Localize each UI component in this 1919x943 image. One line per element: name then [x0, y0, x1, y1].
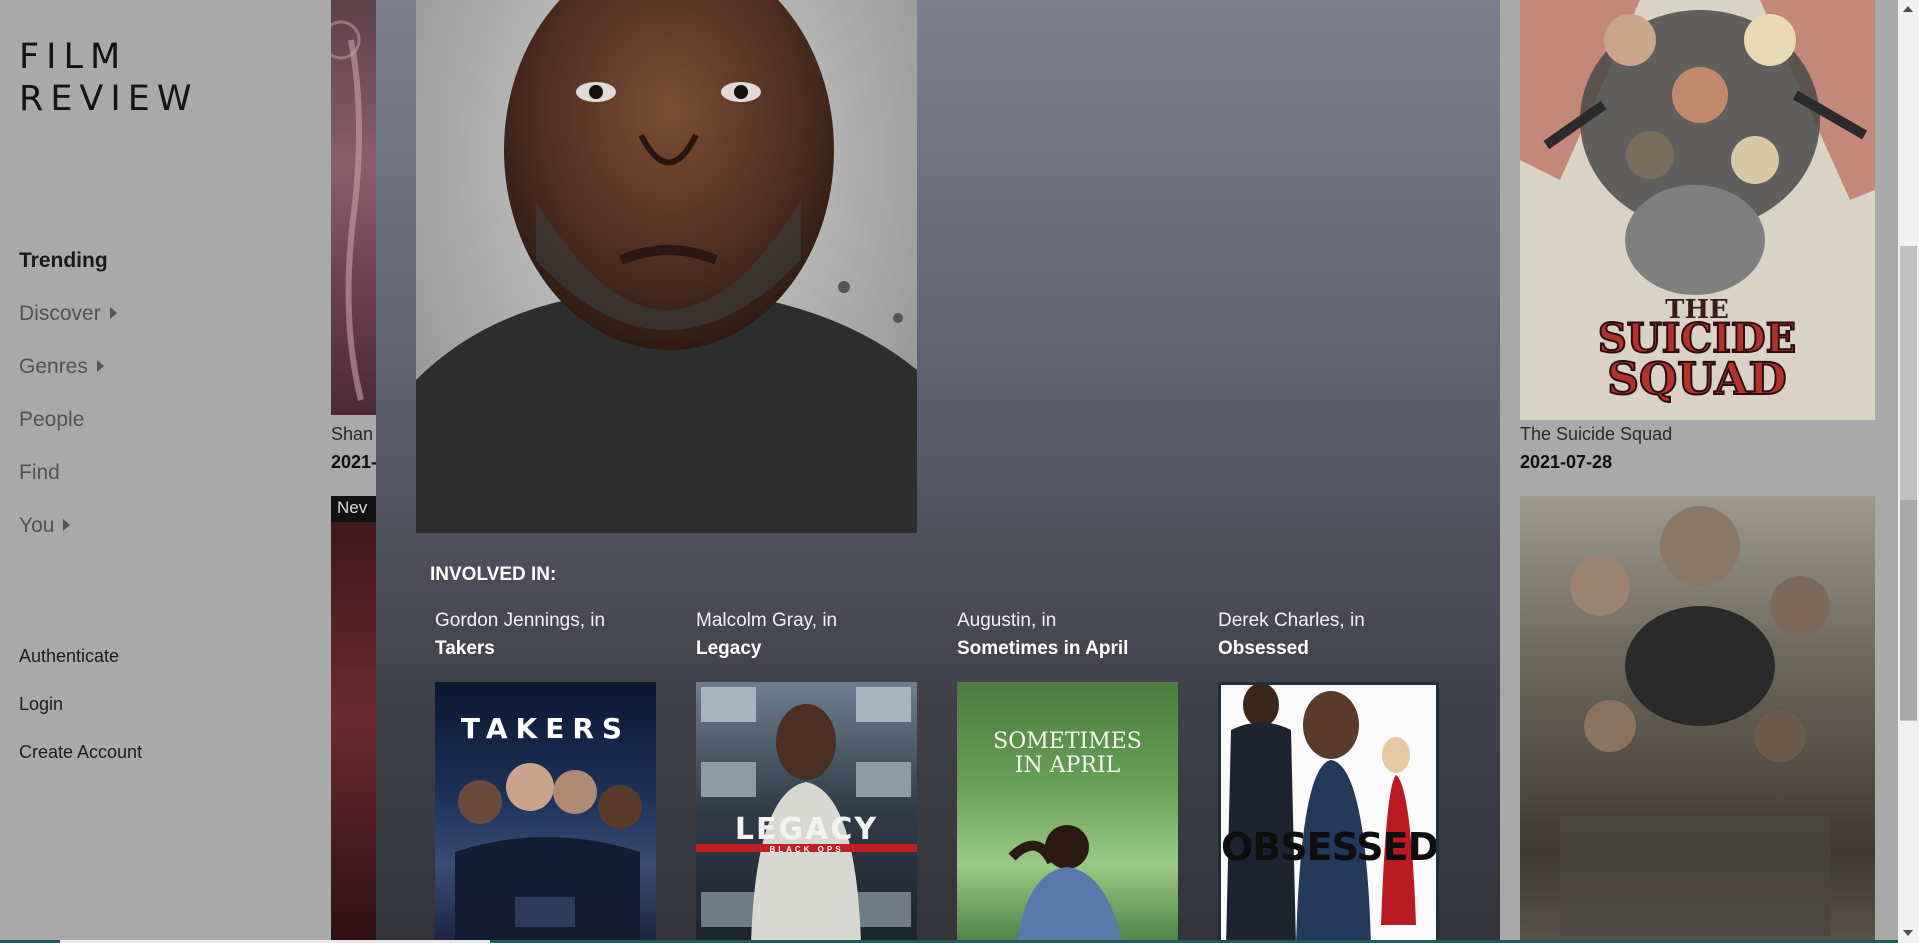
credit-poster-sometimes-in-april[interactable]: SOMETIMES IN APRIL	[957, 682, 1178, 943]
nav-item-genres[interactable]: Genres	[19, 352, 117, 405]
nav-item-label: Discover	[19, 302, 101, 325]
person-portrait	[416, 0, 917, 533]
new-badge: Nev	[331, 496, 376, 522]
scroll-down-icon[interactable]	[1903, 930, 1913, 936]
credit-item: Derek Charles, in Obsessed	[1218, 607, 1443, 663]
nav-item-find[interactable]: Find	[19, 458, 117, 511]
scroll-up-icon[interactable]	[1903, 6, 1913, 12]
credit-film-title[interactable]: Obsessed	[1218, 635, 1443, 663]
poster-text: LEGACY	[734, 812, 879, 847]
credit-poster-takers[interactable]: TAKERS	[435, 682, 656, 943]
credit-film-title[interactable]: Sometimes in April	[957, 635, 1182, 663]
auth-links: Authenticate Login Create Account	[19, 644, 142, 788]
nav-item-trending[interactable]: Trending	[19, 246, 117, 299]
page-scrollbar[interactable]	[1898, 0, 1919, 943]
poster-art	[455, 763, 642, 943]
nav-item-discover[interactable]: Discover	[19, 299, 117, 352]
poster-art	[1008, 825, 1122, 943]
movie-title-left[interactable]: Shan	[331, 424, 373, 445]
caret-right-icon	[109, 307, 117, 319]
site-logo[interactable]: FILM REVIEW	[19, 36, 198, 120]
portrait-image	[416, 0, 917, 533]
authenticate-link[interactable]: Authenticate	[19, 644, 142, 692]
credit-role: Derek Charles, in	[1218, 610, 1365, 631]
credit-item: Augustin, in Sometimes in April	[957, 607, 1182, 663]
movie-poster-left-top[interactable]	[331, 0, 376, 415]
movie-date-left: 2021-	[331, 452, 378, 472]
poster-art	[331, 20, 364, 401]
credit-role: Augustin, in	[957, 610, 1057, 631]
poster-art	[1226, 685, 1416, 940]
create-account-link[interactable]: Create Account	[19, 740, 142, 788]
nav-item-you[interactable]: You	[19, 511, 117, 564]
nav-item-label: Trending	[19, 249, 108, 272]
caret-right-icon	[96, 360, 104, 372]
login-link[interactable]: Login	[19, 692, 142, 740]
logo-line-2: REVIEW	[19, 79, 199, 119]
movie-poster-right-bottom[interactable]	[1520, 496, 1875, 943]
credit-role: Gordon Jennings, in	[435, 610, 606, 631]
movie-title-suicide-squad[interactable]: The Suicide Squad	[1520, 424, 1672, 445]
poster-text: OBSESSED	[1221, 825, 1439, 869]
nav-item-label: Genres	[19, 355, 88, 378]
person-detail-modal: INVOLVED IN: Gordon Jennings, in Takers …	[376, 0, 1500, 943]
poster-text: SQUAD	[1607, 354, 1786, 405]
poster-art: THE SUICIDE SQUAD	[1520, 0, 1875, 420]
credit-film-title[interactable]: Takers	[435, 635, 660, 663]
nav-item-people[interactable]: People	[19, 405, 117, 458]
credit-poster-obsessed[interactable]: OBSESSED	[1218, 682, 1439, 943]
sidebar: FILM REVIEW Trending Discover Genres Peo…	[0, 0, 331, 943]
nav-item-label: You	[19, 514, 55, 537]
credit-item: Malcolm Gray, in Legacy	[696, 607, 921, 663]
logo-line-1: FILM	[19, 37, 128, 77]
involved-in-heading: INVOLVED IN:	[430, 564, 557, 585]
poster-art	[1560, 506, 1830, 936]
caret-right-icon	[63, 519, 71, 531]
credit-film-title[interactable]: Legacy	[696, 635, 921, 663]
movie-date-suicide-squad: 2021-07-28	[1520, 452, 1613, 472]
credit-item: Gordon Jennings, in Takers	[435, 607, 660, 663]
nav-item-label: Find	[19, 461, 60, 484]
credit-poster-legacy[interactable]: LEGACY BLACK OPS	[696, 682, 917, 943]
credit-role: Malcolm Gray, in	[696, 610, 838, 631]
movie-poster-left-bottom[interactable]	[331, 496, 376, 943]
scroll-thumb-active[interactable]	[1900, 500, 1917, 720]
movie-poster-suicide-squad[interactable]: THE SUICIDE SQUAD	[1520, 0, 1875, 420]
poster-subtext: BLACK OPS	[769, 845, 844, 854]
nav-item-label: People	[19, 408, 85, 431]
main-nav: Trending Discover Genres People Find You	[19, 246, 117, 564]
